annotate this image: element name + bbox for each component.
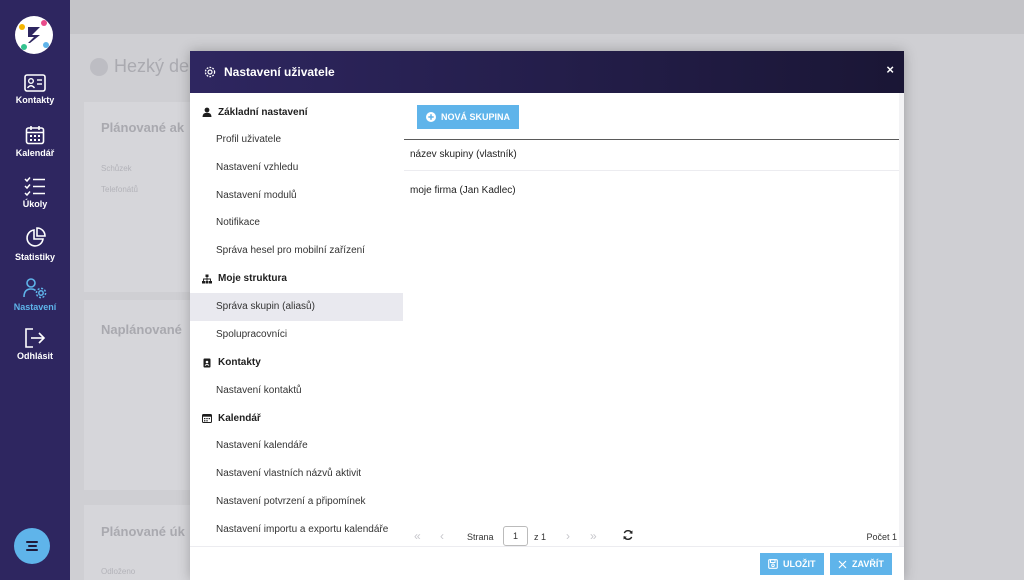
nav-item-label: Nastavení bbox=[13, 302, 57, 312]
nav-link-appearance[interactable]: Nastavení vzhledu bbox=[190, 154, 403, 182]
card-title: Plánované ak bbox=[101, 120, 185, 135]
greeting-text: Hezký de bbox=[114, 56, 190, 76]
chat-icon bbox=[26, 541, 38, 551]
prev-page-icon[interactable]: ‹ bbox=[440, 529, 444, 543]
user-settings-modal: Nastavení uživatele × Základní nastavení… bbox=[190, 51, 904, 580]
top-bar bbox=[70, 0, 1024, 34]
new-group-button[interactable]: NOVÁ SKUPINA bbox=[417, 105, 520, 129]
nav-link-collaborators[interactable]: Spolupracovníci bbox=[190, 321, 403, 349]
record-count: Počet 1 bbox=[866, 532, 897, 542]
modal-footer: ULOŽIT ZAVŘÍT bbox=[190, 546, 904, 580]
nav-item-ukoly[interactable]: Úkoly bbox=[0, 176, 70, 209]
calendar-small-icon bbox=[202, 414, 212, 424]
nav-item-kontakty[interactable]: Kontakty bbox=[0, 74, 70, 105]
sitemap-icon bbox=[202, 274, 212, 284]
card-title: Plánované úk bbox=[101, 524, 185, 539]
nav-link-import-export[interactable]: Nastavení importu a exportu kalendáře bbox=[190, 516, 403, 544]
nav-item-label: Kontakty bbox=[15, 95, 55, 105]
logout-icon bbox=[25, 328, 46, 348]
nav-section-calendar: Kalendář bbox=[190, 404, 404, 432]
close-button[interactable]: ZAVŘÍT bbox=[830, 553, 892, 575]
card-line: Schůzek bbox=[101, 164, 132, 173]
gear-icon bbox=[204, 66, 216, 78]
nav-item-label: Statistiky bbox=[14, 252, 56, 262]
nav-link-reminders[interactable]: Nastavení potvrzení a připomínek bbox=[190, 488, 403, 516]
calendar-icon bbox=[25, 126, 45, 145]
users-gear-icon bbox=[23, 278, 47, 299]
close-x-icon bbox=[838, 560, 847, 568]
user-icon bbox=[202, 107, 212, 117]
card-line: Telefonátů bbox=[101, 185, 138, 194]
nav-link-modules[interactable]: Nastavení modulů bbox=[190, 182, 403, 210]
close-icon[interactable]: × bbox=[886, 62, 894, 77]
nav-link-calendar-settings[interactable]: Nastavení kalendáře bbox=[190, 432, 403, 460]
refresh-icon[interactable] bbox=[622, 529, 634, 543]
nav-link-activity-names[interactable]: Nastavení vlastních názvů aktivit bbox=[190, 460, 403, 488]
nav-link-mobile-passwords[interactable]: Správa hesel pro mobilní zařízení bbox=[190, 237, 403, 265]
first-page-icon[interactable]: « bbox=[414, 529, 421, 543]
chat-button[interactable] bbox=[14, 528, 50, 564]
nav-item-kalendar[interactable]: Kalendář bbox=[0, 125, 70, 158]
checklist-icon bbox=[24, 177, 45, 196]
nav-section-structure: Moje struktura bbox=[190, 265, 404, 293]
nav-item-label: Kalendář bbox=[15, 148, 55, 158]
page-total-label: z 1 bbox=[534, 532, 547, 542]
groups-pane: NOVÁ SKUPINA název skupiny (vlastník) mo… bbox=[404, 93, 899, 546]
nav-item-label: Úkoly bbox=[22, 199, 48, 209]
table-row[interactable]: moje firma (Jan Kadlec) bbox=[404, 175, 899, 207]
modal-title: Nastavení uživatele bbox=[224, 65, 335, 79]
nav-item-label: Odhlásit bbox=[16, 351, 53, 361]
app-sidebar: Kontakty Kalendář Úkoly Statistiky Nasta… bbox=[0, 0, 70, 580]
nav-link-notifications[interactable]: Notifikace bbox=[190, 209, 403, 237]
next-page-icon[interactable]: › bbox=[566, 529, 570, 543]
plus-circle-icon bbox=[426, 112, 436, 122]
avatar bbox=[90, 57, 108, 76]
last-page-icon[interactable]: » bbox=[590, 529, 597, 543]
logo-mark-icon bbox=[28, 27, 40, 43]
nav-section-contacts: Kontakty bbox=[190, 349, 404, 377]
card-line: Odloženo bbox=[101, 567, 136, 576]
address-book-icon bbox=[203, 358, 211, 368]
modal-header: Nastavení uživatele × bbox=[190, 51, 904, 93]
page-label: Strana bbox=[467, 532, 494, 542]
nav-item-odhlasit[interactable]: Odhlásit bbox=[0, 328, 70, 361]
nav-link-profile[interactable]: Profil uživatele bbox=[190, 126, 403, 154]
card-title: Naplánované bbox=[101, 322, 182, 337]
nav-item-nastaveni[interactable]: Nastavení bbox=[0, 277, 70, 312]
scrollbar[interactable] bbox=[899, 93, 904, 546]
page-number-input[interactable]: 1 bbox=[503, 526, 528, 546]
nav-link-contact-settings[interactable]: Nastavení kontaktů bbox=[190, 377, 403, 405]
nav-link-groups[interactable]: Správa skupin (aliasů) bbox=[190, 292, 403, 321]
app-logo[interactable] bbox=[15, 16, 53, 54]
settings-nav: Základní nastavení Profil uživatele Nast… bbox=[190, 93, 404, 546]
save-button[interactable]: ULOŽIT bbox=[760, 553, 824, 575]
greeting-header: Hezký de bbox=[90, 56, 189, 77]
column-header-group-name[interactable]: název skupiny (vlastník) bbox=[404, 139, 899, 171]
contact-card-icon bbox=[24, 74, 46, 92]
pie-chart-icon bbox=[26, 227, 46, 247]
pager: « ‹ Strana 1 z 1 › » Počet 1 bbox=[404, 525, 899, 547]
nav-item-statistiky[interactable]: Statistiky bbox=[0, 227, 70, 262]
nav-section-basic: Základní nastavení bbox=[190, 98, 404, 126]
floppy-icon bbox=[768, 559, 778, 569]
